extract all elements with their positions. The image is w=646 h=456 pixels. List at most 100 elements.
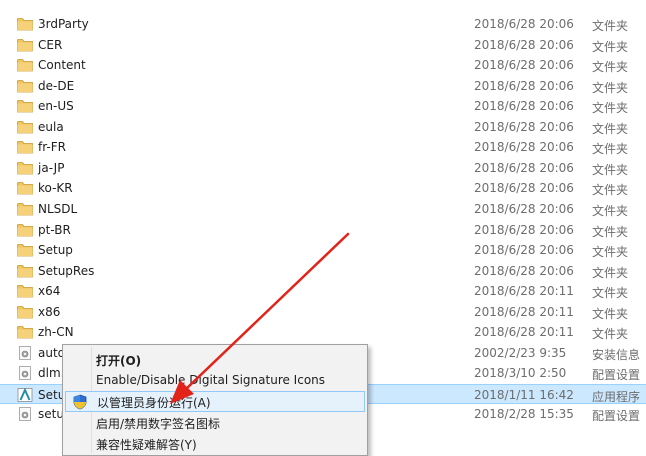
file-name: Content	[38, 58, 86, 73]
file-name: eula	[38, 119, 64, 134]
file-row[interactable]: x64 2018/6/28 20:11 文件夹	[0, 281, 646, 302]
uac-shield-icon	[72, 394, 88, 410]
file-type: 文件夹	[592, 121, 629, 136]
file-row[interactable]: SetupRes 2018/6/28 20:06 文件夹	[0, 261, 646, 282]
file-date: 2018/6/28 20:06	[474, 243, 574, 258]
file-type: 文件夹	[592, 19, 629, 33]
file-type: 文件夹	[592, 162, 629, 177]
folder-icon	[17, 38, 33, 52]
folder-icon	[17, 161, 33, 175]
file-date: 2002/2/23 9:35	[474, 345, 567, 360]
settings-file-icon	[17, 407, 33, 422]
file-type: 安装信息	[592, 347, 641, 362]
folder-icon	[17, 120, 33, 134]
folder-icon	[17, 305, 33, 319]
file-name: fr-FR	[38, 140, 66, 155]
file-name: CER	[38, 37, 63, 52]
file-date: 2018/6/28 20:06	[474, 99, 574, 114]
file-date: 2018/6/28 20:06	[474, 222, 574, 237]
file-type: 文件夹	[592, 306, 629, 321]
menu-item-run-as-administrator[interactable]: 以管理员身份运行(A)	[65, 391, 365, 412]
file-name: de-DE	[38, 78, 75, 93]
folder-icon	[17, 325, 33, 339]
file-date: 2018/6/28 20:06	[474, 181, 574, 196]
file-type: 文件夹	[592, 203, 629, 218]
file-date: 2018/6/28 20:06	[474, 78, 574, 93]
file-type: 文件夹	[592, 265, 629, 280]
file-date: 2018/6/28 20:06	[474, 201, 574, 216]
file-name: NLSDL	[38, 201, 78, 216]
file-row[interactable]: CER 2018/6/28 20:06 文件夹	[0, 35, 646, 56]
file-date: 2018/6/28 20:11	[474, 304, 574, 319]
file-type: 文件夹	[592, 60, 629, 75]
file-row[interactable]: NLSDL 2018/6/28 20:06 文件夹	[0, 199, 646, 220]
file-type: 文件夹	[592, 245, 629, 260]
folder-icon	[17, 181, 33, 195]
folder-icon	[17, 140, 33, 154]
file-type: 文件夹	[592, 286, 629, 301]
file-row[interactable]: eula 2018/6/28 20:06 文件夹	[0, 117, 646, 138]
file-name: x64	[38, 284, 61, 299]
file-type: 文件夹	[592, 142, 629, 157]
file-row[interactable]: de-DE 2018/6/28 20:06 文件夹	[0, 76, 646, 97]
context-menu: 打开(O) Enable/Disable Digital Signature I…	[62, 344, 368, 456]
file-row[interactable]: Content 2018/6/28 20:06 文件夹	[0, 55, 646, 76]
file-type: 配置设置	[592, 409, 641, 424]
file-row[interactable]: fr-FR 2018/6/28 20:06 文件夹	[0, 137, 646, 158]
file-row[interactable]: 3rdParty 2018/6/28 20:06 文件夹	[0, 14, 646, 35]
folder-icon	[17, 58, 33, 72]
file-row[interactable]: ko-KR 2018/6/28 20:06 文件夹	[0, 178, 646, 199]
file-date: 2018/6/28 20:06	[474, 263, 574, 278]
file-date: 2018/6/28 20:11	[474, 325, 574, 340]
file-row[interactable]: zh-CN 2018/6/28 20:11 文件夹	[0, 322, 646, 343]
menu-item-enable-disable-signature-icons[interactable]: Enable/Disable Digital Signature Icons	[63, 370, 367, 391]
file-date: 2018/6/28 20:06	[474, 58, 574, 73]
folder-icon	[17, 99, 33, 113]
folder-icon	[17, 223, 33, 237]
file-name: zh-CN	[38, 325, 74, 340]
file-row[interactable]: ja-JP 2018/6/28 20:06 文件夹	[0, 158, 646, 179]
file-date: 2018/6/28 20:06	[474, 119, 574, 134]
file-name: Setup	[38, 243, 73, 258]
file-name: pt-BR	[38, 222, 71, 237]
file-row[interactable]: x86 2018/6/28 20:11 文件夹	[0, 302, 646, 323]
file-type: 文件夹	[592, 101, 629, 116]
file-name: auto	[38, 345, 66, 360]
file-type: 应用程序	[592, 389, 641, 404]
file-name: x86	[38, 304, 61, 319]
file-date: 2018/3/10 2:50	[474, 366, 567, 381]
file-type: 文件夹	[592, 327, 629, 342]
menu-item-compatibility-troubleshoot[interactable]: 兼容性疑难解答(Y)	[63, 433, 367, 454]
file-date: 2018/6/28 20:06	[474, 17, 574, 31]
autodesk-app-icon	[17, 387, 33, 402]
folder-icon	[17, 264, 33, 278]
file-name: en-US	[38, 99, 74, 114]
file-type: 文件夹	[592, 224, 629, 239]
file-name: 3rdParty	[38, 17, 89, 31]
file-type: 文件夹	[592, 39, 629, 54]
settings-file-icon	[17, 366, 33, 381]
file-name: ja-JP	[38, 160, 65, 175]
settings-file-icon	[17, 345, 33, 360]
file-type: 文件夹	[592, 80, 629, 95]
file-row[interactable]: Setup 2018/6/28 20:06 文件夹	[0, 240, 646, 261]
folder-icon	[17, 79, 33, 93]
file-row[interactable]: en-US 2018/6/28 20:06 文件夹	[0, 96, 646, 117]
file-type: 文件夹	[592, 183, 629, 198]
folder-icon	[17, 284, 33, 298]
menu-item-toggle-digital-signature-icons[interactable]: 启用/禁用数字签名图标	[63, 412, 367, 433]
folder-icon	[17, 17, 33, 31]
menu-item-open[interactable]: 打开(O)	[63, 349, 367, 370]
folder-icon	[17, 202, 33, 216]
file-date: 2018/6/28 20:06	[474, 37, 574, 52]
file-date: 2018/6/28 20:06	[474, 140, 574, 155]
file-row[interactable]: pt-BR 2018/6/28 20:06 文件夹	[0, 220, 646, 241]
file-name: setu	[38, 407, 64, 422]
file-type: 配置设置	[592, 368, 641, 383]
file-name: dlm.	[38, 366, 65, 381]
file-date: 2018/6/28 20:11	[474, 284, 574, 299]
file-date: 2018/2/28 15:35	[474, 407, 574, 422]
file-name: SetupRes	[38, 263, 95, 278]
file-date: 2018/1/11 16:42	[474, 387, 574, 402]
file-date: 2018/6/28 20:06	[474, 160, 574, 175]
